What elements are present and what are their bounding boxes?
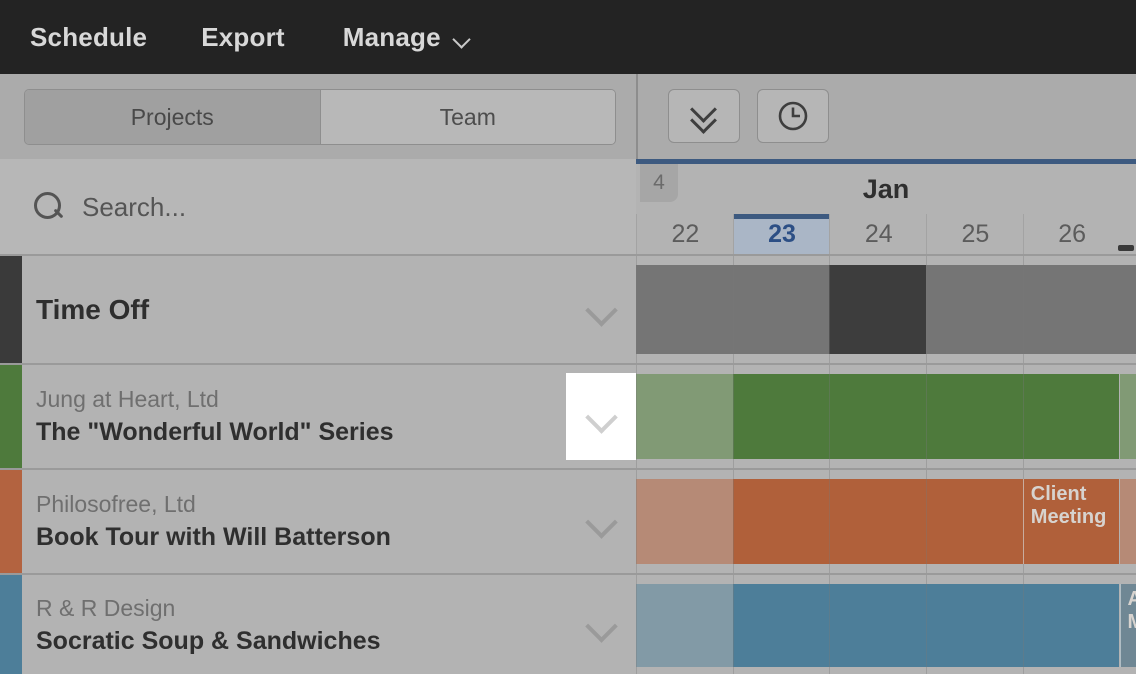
week-number-badge: 4	[640, 164, 678, 202]
search-bar[interactable]: Search...	[0, 159, 636, 256]
day-header-22[interactable]: 22	[636, 214, 734, 255]
timeline-grid-column	[636, 256, 734, 363]
timeline-row-book-tour-will-batterson: Client Meeting	[636, 470, 1136, 573]
row-text: Philosofree, Ltd Book Tour with Will Batt…	[36, 470, 636, 573]
row-project-title: Book Tour with Will Batterson	[36, 522, 391, 551]
horizontal-scrollbar[interactable]	[1118, 245, 1134, 251]
month-label: Jan	[862, 173, 910, 204]
timeline-grid-column	[636, 470, 734, 573]
timeline-grid	[636, 575, 1136, 674]
timeline-grid-column	[636, 365, 734, 468]
row-project-title: Socratic Soup & Sandwiches	[36, 626, 381, 655]
chevron-down-icon	[453, 30, 471, 48]
search-input[interactable]: Search...	[82, 192, 186, 223]
row-expand-toggle[interactable]	[566, 373, 636, 460]
menu-item-schedule-label: Schedule	[30, 21, 148, 52]
row-text: Time Off	[36, 256, 636, 363]
timeline-row-wonderful-world-series	[636, 365, 1136, 468]
week-number-label: 4	[653, 171, 665, 194]
row-expand-toggle[interactable]	[566, 256, 636, 363]
view-toggle: Projects Team	[24, 89, 616, 145]
timeline-grid-column	[1022, 365, 1121, 468]
day-header-label: 24	[864, 220, 893, 248]
project-row-book-tour-will-batterson[interactable]: Philosofree, Ltd Book Tour with Will Batt…	[0, 470, 636, 573]
row-text: R & R Design Socratic Soup & Sandwiches	[36, 575, 636, 674]
day-header-26[interactable]: 26	[1022, 214, 1121, 255]
row-client-name: Philosofree, Ltd	[36, 491, 196, 517]
chevron-down-icon	[584, 511, 618, 533]
timeline-grid-column	[732, 575, 831, 674]
timeline-row-socratic-soup-sandwiches: A M	[636, 575, 1136, 674]
row-project-title: Time Off	[36, 293, 150, 325]
timeline-bar-label: Client Meeting	[1030, 483, 1107, 528]
schedule-app: Schedule Export Manage Projects Team Sea…	[0, 0, 1136, 674]
tab-team-label: Team	[439, 103, 496, 130]
tab-projects[interactable]: Projects	[25, 90, 320, 144]
toolbar: Projects Team	[0, 74, 1136, 159]
time-button[interactable]	[757, 89, 829, 143]
day-header-label: 25	[961, 220, 990, 248]
row-text: Jung at Heart, Ltd The "Wonderful World" …	[36, 365, 636, 468]
menu-item-export[interactable]: Export	[201, 22, 285, 53]
row-expand-toggle[interactable]	[566, 575, 636, 674]
day-header-25[interactable]: 25	[926, 214, 1024, 255]
timeline-day-headers: 22 23 24 25 26	[636, 214, 1136, 256]
double-chevron-down-icon	[689, 103, 719, 129]
row-expand-toggle[interactable]	[566, 470, 636, 573]
search-icon	[32, 190, 66, 224]
timeline-grid-column	[829, 256, 927, 363]
row-color-stripe	[0, 575, 22, 674]
timeline-grid-column	[926, 365, 1024, 468]
day-header-label: 22	[671, 220, 700, 248]
timeline-grid-column	[926, 256, 1024, 363]
menu-item-schedule[interactable]: Schedule	[30, 22, 147, 53]
day-header-label: 26	[1058, 220, 1087, 248]
timeline-grid-column	[829, 575, 927, 674]
row-client-name: R & R Design	[36, 595, 176, 621]
row-color-stripe	[0, 470, 22, 573]
timeline-panel: Jan 4 22 23 24 25 26 Client Meeting A M	[636, 159, 1136, 674]
row-color-stripe	[0, 256, 22, 363]
project-row-socratic-soup-sandwiches[interactable]: R & R Design Socratic Soup & Sandwiches	[0, 575, 636, 674]
tab-team[interactable]: Team	[319, 90, 615, 144]
clock-icon	[778, 101, 808, 131]
menu-item-export-label: Export	[201, 21, 285, 52]
timeline-grid-column	[926, 575, 1024, 674]
timeline-grid	[636, 256, 1136, 363]
chevron-down-icon	[584, 299, 618, 321]
timeline-grid-column	[1022, 256, 1121, 363]
row-client-name: Jung at Heart, Ltd	[36, 386, 219, 412]
timeline-bars: Client Meeting A M	[636, 254, 1136, 674]
row-project-title: The "Wonderful World" Series	[36, 417, 394, 446]
row-color-stripe	[0, 365, 22, 468]
tab-projects-label: Projects	[130, 103, 214, 130]
timeline-grid-column	[829, 470, 927, 573]
timeline-bar-label: A M	[1127, 588, 1136, 633]
timeline-row-time-off	[636, 256, 1136, 363]
chevron-down-icon	[584, 615, 618, 637]
project-row-time-off[interactable]: Time Off	[0, 256, 636, 363]
day-header-label: 23	[768, 220, 796, 248]
timeline-grid-column	[732, 365, 831, 468]
menu-item-manage[interactable]: Manage	[343, 22, 471, 53]
timeline-grid-column	[636, 575, 734, 674]
timeline-grid	[636, 365, 1136, 468]
timeline-grid-column	[732, 470, 831, 573]
collapse-all-button[interactable]	[668, 89, 740, 143]
chevron-down-icon	[584, 406, 618, 428]
day-header-23[interactable]: 23	[732, 214, 831, 255]
toolbar-divider	[636, 74, 638, 159]
day-header-24[interactable]: 24	[829, 214, 927, 255]
timeline-month-row: Jan 4	[636, 164, 1136, 214]
timeline-grid-column	[732, 256, 831, 363]
project-row-wonderful-world-series[interactable]: Jung at Heart, Ltd The "Wonderful World" …	[0, 365, 636, 468]
timeline-grid-column	[1022, 575, 1121, 674]
timeline-bar-separator	[1022, 479, 1024, 564]
top-menu-bar: Schedule Export Manage	[0, 0, 1136, 74]
menu-item-manage-label: Manage	[342, 21, 441, 52]
timeline-grid-column	[926, 470, 1024, 573]
timeline-bar-separator	[1119, 584, 1121, 667]
timeline-grid-column	[829, 365, 927, 468]
